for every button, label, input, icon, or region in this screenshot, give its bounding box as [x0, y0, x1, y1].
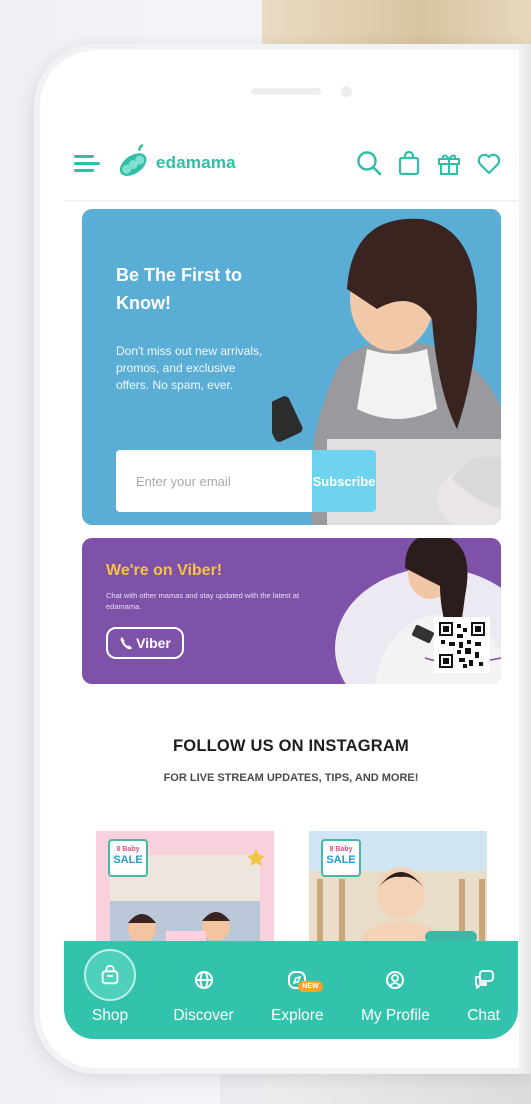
instagram-title: FOLLOW US ON INSTAGRAM: [173, 737, 409, 755]
phone-camera: [341, 86, 352, 97]
heart-icon[interactable]: [474, 148, 504, 178]
viber-button-label: Viber: [136, 635, 171, 651]
phone-icon: [120, 637, 133, 650]
qr-code-icon: [434, 617, 490, 673]
app-header: edamama: [74, 140, 504, 186]
nav-label: Chat: [467, 1007, 500, 1024]
viber-description: Chat with other mamas and stay updated w…: [106, 591, 300, 611]
new-badge: NEW: [298, 981, 323, 992]
profile-icon: [382, 967, 408, 993]
bag-icon[interactable]: [394, 148, 424, 178]
nav-label: Shop: [91, 1007, 129, 1024]
subscribe-banner: Be The First to Know! Don't miss out new…: [82, 209, 501, 525]
nav-discover[interactable]: Discover: [173, 941, 234, 1039]
nav-label: Explore: [271, 1007, 324, 1024]
nav-shop[interactable]: Shop: [84, 941, 136, 1039]
nav-label: Discover: [173, 1007, 234, 1024]
viber-banner[interactable]: We're on Viber! Chat with other mamas an…: [82, 538, 501, 684]
nav-explore[interactable]: NEW Explore: [271, 941, 324, 1039]
shopping-bag-icon: [84, 949, 136, 1001]
subscribe-form: Subscribe: [116, 450, 376, 512]
compass-icon: NEW: [284, 967, 323, 993]
instagram-post[interactable]: 8 Baby SALE: [309, 831, 487, 951]
sale-badge: 8 Baby SALE: [321, 839, 361, 877]
email-input[interactable]: [116, 450, 312, 512]
phone-edge: [519, 44, 531, 1074]
brand-name: edamama: [156, 153, 236, 172]
instagram-subtitle: FOR LIVE STREAM UPDATES, TIPS, AND MORE!: [163, 772, 419, 784]
instagram-post[interactable]: 8 Baby SALE: [96, 831, 274, 951]
globe-icon: [191, 967, 217, 993]
gift-icon[interactable]: [434, 148, 464, 178]
subscribe-button[interactable]: Subscribe: [312, 450, 376, 512]
phone-speaker: [251, 88, 321, 95]
viber-title: We're on Viber!: [106, 562, 223, 579]
menu-icon[interactable]: [74, 151, 102, 175]
chat-icon: [471, 967, 497, 993]
header-divider: [64, 200, 518, 202]
subscribe-title: Be The First to Know!: [116, 265, 243, 313]
viber-button[interactable]: Viber: [106, 627, 184, 659]
edamame-logo-icon: [119, 144, 147, 176]
bottom-navigation: Shop Discover NEW Explore My Profile Cha…: [64, 941, 518, 1039]
subscribe-description: Don't miss out new arrivals, promos, and…: [116, 344, 263, 392]
sale-badge: 8 Baby SALE: [108, 839, 148, 877]
nav-chat[interactable]: Chat: [467, 941, 500, 1039]
brand-logo[interactable]: edamama: [112, 143, 236, 183]
nav-my-profile[interactable]: My Profile: [361, 941, 430, 1039]
nav-label: My Profile: [360, 1007, 430, 1024]
search-icon[interactable]: [354, 148, 384, 178]
